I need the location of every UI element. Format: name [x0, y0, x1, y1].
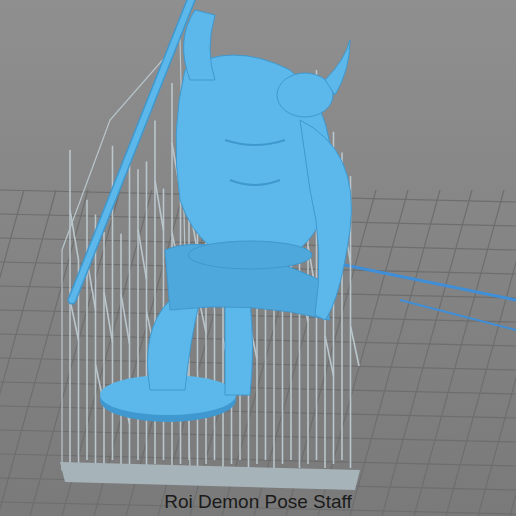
- plate-edge: [330, 262, 516, 300]
- model-scene[interactable]: [0, 0, 516, 516]
- slicer-viewport[interactable]: Roi Demon Pose Staff: [0, 0, 516, 516]
- demon-figure: [72, 0, 351, 422]
- model-caption: Roi Demon Pose Staff: [0, 491, 516, 514]
- support-structure: [62, 40, 359, 470]
- support-raft: [60, 462, 360, 490]
